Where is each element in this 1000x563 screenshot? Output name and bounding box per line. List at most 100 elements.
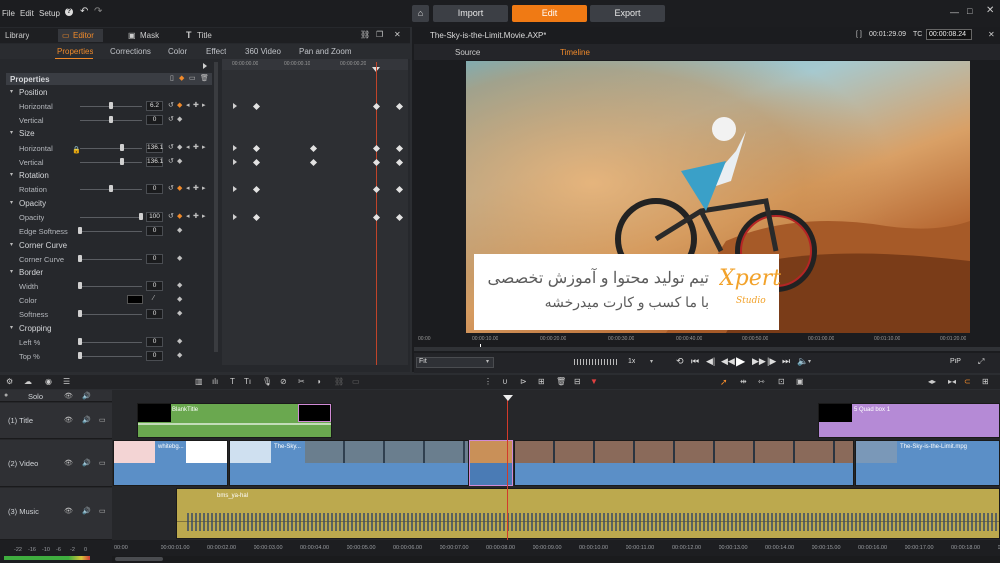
edge-softness-knob[interactable] [78,227,82,234]
rewind-icon[interactable]: ◀◀ [721,356,735,367]
tab-editor[interactable]: Editor [73,31,94,40]
timeline-playhead[interactable] [507,396,508,548]
step-back-icon[interactable]: ◀| [706,356,715,367]
crop-top-input[interactable]: 0 [146,351,163,361]
edge-softness-slider[interactable] [80,231,142,232]
track-name-title[interactable]: (1) Title [8,416,33,425]
ripple-mode-icon[interactable]: ⊂ [964,377,971,386]
section-position[interactable]: Position [19,88,47,97]
crop-left-knob[interactable] [78,338,82,345]
eye-icon[interactable]: 👁 [64,392,73,400]
go-start-icon[interactable]: ⏮ [691,356,699,367]
chevron-down-icon[interactable]: ▾ [808,358,811,365]
volume-keyframe-icon[interactable]: ⊞ [538,377,545,386]
tab-mask[interactable]: Mask [140,31,159,40]
size-vertical-input[interactable]: 136.1 [146,157,163,167]
slip-tool-icon[interactable]: ⇿ [758,377,765,386]
split-clip-icon[interactable]: ⊟ [574,377,581,386]
border-width-slider[interactable] [80,286,142,287]
track-name-music[interactable]: (3) Music [8,507,39,516]
marker-icon[interactable]: ⊘ [280,377,287,386]
collapse-border-icon[interactable]: ▾ [10,268,13,275]
tab-title[interactable]: Title [197,31,212,40]
undo-icon[interactable]: ↶ [80,6,88,17]
reset-icon[interactable]: ↺ [168,184,174,192]
properties-scrollbar[interactable] [214,62,218,352]
keyframe-icon[interactable]: ◆ [177,337,182,345]
home-icon[interactable]: ⌂ [412,5,429,22]
link-disabled-icon[interactable]: ⛓ [334,377,344,386]
image-icon[interactable]: ▭ [189,74,196,82]
pip-button[interactable]: PiP [950,358,961,365]
trash-icon[interactable]: 🗑 [556,377,566,386]
subtab-360-video[interactable]: 360 Video [245,47,281,56]
lock-icon[interactable]: ▯ [170,74,174,82]
reset-icon[interactable]: ↺ [168,143,174,151]
speaker-icon[interactable]: 🔊 [82,416,91,424]
zoom-fit-select[interactable] [416,357,494,368]
size-vertical-knob[interactable] [120,158,124,165]
crop-left-slider[interactable] [80,342,142,343]
size-horizontal-slider[interactable] [80,148,142,149]
loop-icon[interactable]: ⟲ [676,356,684,367]
eye-icon[interactable]: 👁 [64,416,73,424]
eyedropper-icon[interactable]: ⁄ [153,295,154,302]
eye-icon[interactable]: 👁 [64,459,73,467]
minimize-icon[interactable]: — [950,7,959,17]
subtab-color[interactable]: Color [168,47,187,56]
menu-icon[interactable]: ☰ [63,377,70,386]
timeline-menu-icon[interactable]: ⊞ [982,377,989,386]
step-forward-icon[interactable]: |▶ [767,356,776,367]
section-corner-curve[interactable]: Corner Curve [19,241,67,250]
opacity-input[interactable]: 100 [146,212,163,222]
border-softness-slider[interactable] [80,314,142,315]
keyframe-icon[interactable]: ◆ [177,115,182,123]
crop-top-knob[interactable] [78,352,82,359]
opacity-slider[interactable] [80,217,142,218]
delete-icon[interactable]: 🗑 [200,74,209,82]
border-width-knob[interactable] [78,282,82,289]
next-keyframe-icon[interactable]: ▸ [202,212,206,220]
monitor-icon[interactable]: ▭ [99,459,106,467]
zoom-out-tl-icon[interactable]: ▸◂ [948,377,956,386]
video-clip[interactable]: The-Sky-is-the-Limit.mpg [855,440,1000,486]
solo-label[interactable]: Solo [28,392,43,401]
keyframe-icon[interactable]: ◆ [177,101,182,109]
subtab-effect[interactable]: Effect [206,47,226,56]
corner-curve-slider[interactable] [80,259,142,260]
fit-timeline-icon[interactable]: ▣ [796,377,804,386]
zoom-in-tl-icon[interactable]: ◂▸ [928,377,936,386]
subtab-corrections[interactable]: Corrections [110,47,151,56]
dot-icon[interactable]: ◉ [45,377,52,386]
collapse-cropping-icon[interactable]: ▾ [10,324,13,331]
collapse-size-icon[interactable]: ▾ [10,129,13,136]
collapse-rotation-icon[interactable]: ▾ [10,171,13,178]
subtab-properties[interactable]: Properties [57,47,93,56]
prev-keyframe-icon[interactable]: ◂ [186,143,190,151]
size-horizontal-input[interactable]: 136.1 [146,143,163,153]
split-icon[interactable]: ✂ [298,377,305,386]
storyboard-icon[interactable]: ▥ [195,377,203,386]
selection-tool-icon[interactable]: ➚ [720,377,728,388]
track-name-video[interactable]: (2) Video [8,459,38,468]
export-button[interactable]: Export [590,5,665,22]
tab-timeline[interactable]: Timeline [560,48,590,57]
text-tool-icon[interactable]: Tı [244,377,251,386]
preview-scrub-bar[interactable] [414,347,1000,351]
collapse-corner-icon[interactable]: ▾ [10,241,13,248]
monitor-icon[interactable]: ▭ [99,416,106,424]
keyframe-area[interactable] [222,59,408,365]
keyframe-icon[interactable]: ◆ [177,295,182,303]
easing-icon[interactable]: ✚ [193,184,199,192]
track-options-icon[interactable]: ☁ [24,377,32,386]
fullscreen-icon[interactable]: ⤢ [978,357,984,367]
easing-icon[interactable]: ✚ [193,143,199,151]
keyframe-icon[interactable]: ◆ [177,281,182,289]
next-keyframe-icon[interactable]: ▸ [202,143,206,151]
preview-close-icon[interactable]: ✕ [988,30,995,39]
video-clip[interactable]: The-Sky... [229,440,469,486]
effect-icon[interactable]: ◑ [316,377,321,386]
menu-setup[interactable]: Setup [39,9,60,18]
rotation-input[interactable]: 0 [146,184,163,194]
redo-icon[interactable]: ↷ [94,6,102,17]
